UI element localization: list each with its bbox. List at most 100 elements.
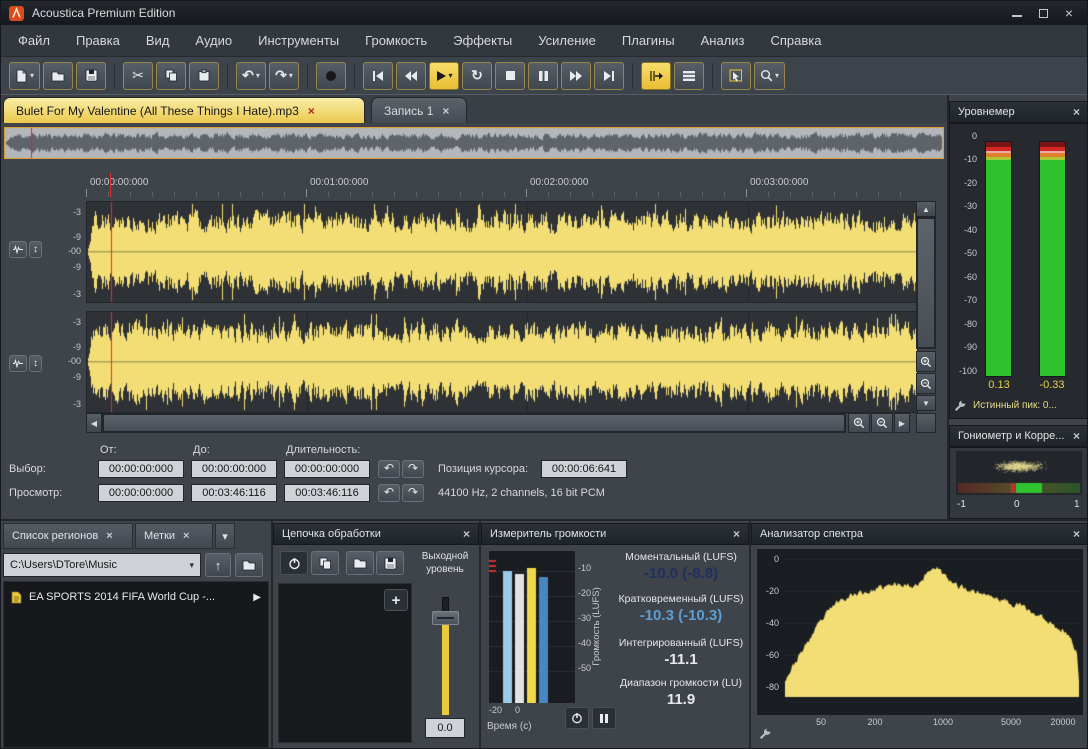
channel1-options-button[interactable] [9, 241, 27, 258]
menu-volume[interactable]: Громкость [352, 25, 440, 57]
loudness-pause-button[interactable] [592, 707, 616, 729]
loudness-meter-header[interactable]: Измеритель громкости × [481, 523, 749, 545]
chain-copy-button[interactable] [311, 551, 339, 575]
undo-button[interactable]: ↶ ▾ [236, 61, 267, 90]
close-panel-icon[interactable]: × [1073, 527, 1080, 541]
tab-document-2[interactable]: Запись 1 × [371, 97, 467, 123]
selection-undo-button[interactable]: ↶ [378, 460, 400, 478]
save-button[interactable] [76, 61, 107, 90]
panel-tabs-dropdown-button[interactable]: ▾ [215, 523, 235, 549]
vertical-zoom-in-button[interactable] [916, 351, 936, 372]
pause-button[interactable] [528, 61, 559, 90]
maximize-button[interactable] [1031, 5, 1055, 21]
vscroll-down-arrow[interactable]: ▼ [916, 395, 936, 411]
view-undo-button[interactable]: ↶ [378, 484, 400, 502]
vertical-zoom-out-button[interactable] [916, 373, 936, 394]
close-panel-icon[interactable]: × [1073, 429, 1080, 443]
tab-region-list[interactable]: Список регионов × [3, 523, 133, 549]
menu-edit[interactable]: Правка [63, 25, 133, 57]
skip-start-button[interactable] [363, 61, 394, 90]
menu-enhance[interactable]: Усиление [525, 25, 609, 57]
folder-path-combobox[interactable]: C:\Users\DTore\Music ▾ [3, 553, 201, 577]
menu-tools[interactable]: Инструменты [245, 25, 352, 57]
waveform-channel-right[interactable] [86, 311, 918, 413]
layers-view-button[interactable] [674, 61, 705, 90]
hscroll-right-arrow[interactable]: ▶ [894, 413, 910, 433]
hscroll-left-arrow[interactable]: ◀ [86, 413, 102, 433]
cut-button[interactable]: ✂ [123, 61, 154, 90]
close-button[interactable]: × [1057, 5, 1081, 21]
selection-to-field[interactable]: 00:00:00:000 [191, 460, 277, 478]
menu-file[interactable]: Файл [5, 25, 63, 57]
menu-plugins[interactable]: Плагины [609, 25, 688, 57]
menu-view[interactable]: Вид [133, 25, 183, 57]
goniometer-header[interactable]: Гониометр и Корре... × [949, 425, 1087, 447]
close-panel-icon[interactable]: × [733, 527, 740, 541]
horizontal-zoom-in-button[interactable] [848, 413, 870, 433]
selection-duration-field[interactable]: 00:00:00:000 [284, 460, 370, 478]
spectrum-settings-wrench-icon[interactable] [758, 727, 772, 741]
view-redo-button[interactable]: ↷ [402, 484, 424, 502]
record-button[interactable] [316, 61, 347, 90]
selection-from-field[interactable]: 00:00:00:000 [98, 460, 184, 478]
skip-end-button[interactable] [594, 61, 625, 90]
level-meter-settings-wrench-icon[interactable] [953, 399, 967, 413]
menu-effects[interactable]: Эффекты [440, 25, 525, 57]
rewind-button[interactable] [396, 61, 427, 90]
output-level-value[interactable]: 0.0 [425, 718, 465, 738]
selection-tool-button[interactable] [721, 61, 752, 90]
view-to-field[interactable]: 00:03:46:116 [191, 484, 277, 502]
cursor-position-field[interactable]: 00:00:06:641 [541, 460, 627, 478]
selection-redo-button[interactable]: ↷ [402, 460, 424, 478]
vscrollbar-thumb[interactable] [917, 218, 935, 348]
file-list-item[interactable]: EA SPORTS 2014 FIFA World Cup -... ▶ [4, 586, 268, 608]
redo-button[interactable]: ↷ ▾ [269, 61, 300, 90]
waveform-channel-left[interactable] [86, 201, 918, 303]
horizontal-zoom-out-button[interactable] [871, 413, 893, 433]
level-meter-header[interactable]: Уровнемер × [949, 101, 1087, 123]
overview-waveform[interactable] [4, 127, 944, 159]
menu-analyze[interactable]: Анализ [688, 25, 758, 57]
chain-save-button[interactable] [376, 551, 404, 575]
copy-button[interactable] [156, 61, 187, 90]
preview-play-icon[interactable]: ▶ [253, 592, 261, 603]
new-file-button[interactable]: ▾ [9, 61, 41, 90]
output-slider-handle[interactable] [432, 611, 459, 625]
vscroll-up-arrow[interactable]: ▲ [916, 201, 936, 217]
channel1-resize-handle[interactable]: ↕ [29, 241, 42, 258]
loudness-reset-power-button[interactable] [565, 707, 589, 729]
folder-up-button[interactable]: ↑ [205, 553, 231, 577]
hscrollbar-thumb[interactable] [103, 414, 845, 432]
stop-button[interactable] [495, 61, 526, 90]
processing-chain-header[interactable]: Цепочка обработки × [273, 523, 479, 545]
browse-folder-button[interactable] [235, 553, 263, 577]
scrub-tool-button[interactable] [641, 61, 672, 90]
menu-audio[interactable]: Аудио [182, 25, 245, 57]
tab-close-icon[interactable]: × [442, 104, 449, 118]
true-peak-label[interactable]: Истинный пик: 0... [973, 400, 1057, 411]
open-file-button[interactable] [43, 61, 74, 90]
menu-help[interactable]: Справка [757, 25, 834, 57]
view-from-field[interactable]: 00:00:00:000 [98, 484, 184, 502]
file-list[interactable]: EA SPORTS 2014 FIFA World Cup -... ▶ [3, 581, 269, 748]
zoom-tool-button[interactable]: ▾ [754, 61, 786, 90]
close-panel-icon[interactable]: × [1073, 105, 1080, 119]
chain-bypass-power-button[interactable] [280, 551, 308, 575]
loop-button[interactable]: ↻ [462, 61, 493, 90]
view-duration-field[interactable]: 00:03:46:116 [284, 484, 370, 502]
tab-markers[interactable]: Метки × [135, 523, 213, 549]
spectrum-analyzer-header[interactable]: Анализатор спектра × [751, 523, 1087, 545]
tab-document-1[interactable]: Bulet For My Valentine (All These Things… [3, 97, 365, 123]
channel2-options-button[interactable] [9, 355, 27, 372]
paste-button[interactable] [189, 61, 220, 90]
minimize-button[interactable] [1005, 5, 1029, 21]
tab-close-icon[interactable]: × [183, 530, 189, 542]
play-button[interactable]: ▾ [429, 61, 460, 90]
add-effect-button[interactable]: + [384, 589, 408, 611]
tab-close-icon[interactable]: × [308, 104, 315, 118]
chain-load-button[interactable] [346, 551, 374, 575]
tab-close-icon[interactable]: × [106, 530, 112, 542]
close-panel-icon[interactable]: × [463, 527, 470, 541]
channel2-resize-handle[interactable]: ↕ [29, 355, 42, 372]
fast-forward-button[interactable] [561, 61, 592, 90]
